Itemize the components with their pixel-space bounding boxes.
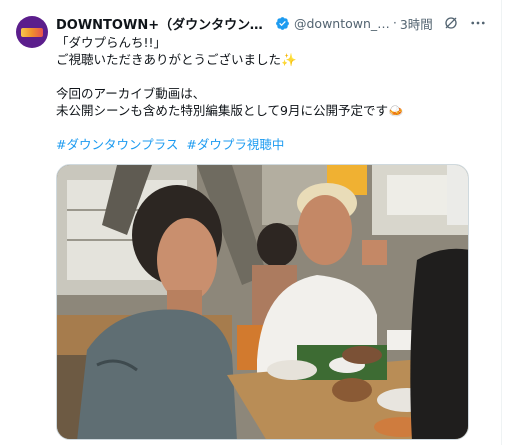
sparkle-emoji: ✨: [281, 52, 297, 67]
display-name[interactable]: DOWNTOWN+（ダウンタウンプラス…: [56, 14, 272, 33]
verified-badge-icon: [276, 16, 289, 30]
handle[interactable]: @downtown_pl…: [294, 16, 390, 31]
avatar[interactable]: [16, 16, 48, 48]
tweet-text: 「ダウプらんち!!」 ご視聴いただきありがとうございました✨ 今回のアーカイブ動…: [56, 34, 476, 153]
hashtag-downtownplus[interactable]: #ダウンタウンプラス: [56, 137, 178, 152]
tweet-header: DOWNTOWN+（ダウンタウンプラス… @downtown_pl… · 3時間: [56, 13, 496, 33]
grok-icon[interactable]: [443, 15, 459, 31]
timestamp[interactable]: 3時間: [400, 14, 433, 33]
text-line-4: 今回のアーカイブ動画は、: [56, 86, 206, 101]
text-line-2: ご視聴いただきありがとうございました✨: [56, 51, 476, 68]
more-icon[interactable]: [469, 14, 487, 32]
timeline-divider: [501, 0, 502, 445]
text-line-5-content: 未公開シーンも含めた特別編集版として9月に公開予定です: [56, 103, 388, 118]
hashtags: #ダウンタウンプラス #ダウプラ視聴中: [56, 136, 476, 153]
separator-dot: ·: [393, 16, 397, 30]
text-line-2-content: ご視聴いただきありがとうございました: [56, 52, 282, 67]
avatar-logo: [21, 27, 43, 37]
curry-emoji: 🍛: [387, 103, 404, 118]
photo-illustration: [57, 165, 468, 439]
text-line-1: 「ダウプらんち!!」: [56, 35, 167, 50]
hashtag-daupura[interactable]: #ダウプラ視聴中: [186, 137, 284, 152]
tweet-media-photo[interactable]: [56, 164, 469, 440]
text-line-5: 未公開シーンも含めた特別編集版として9月に公開予定です🍛: [56, 102, 476, 119]
